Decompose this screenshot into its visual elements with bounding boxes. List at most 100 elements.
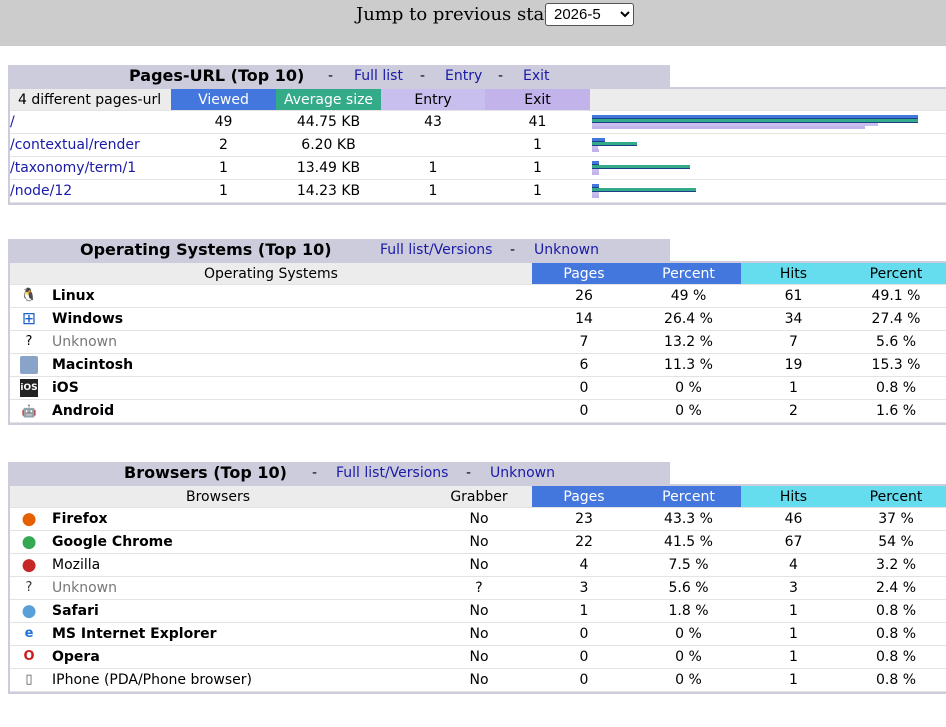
browser-grabber-cell: No (426, 599, 532, 623)
pages-viewed-cell: 49 (171, 110, 276, 134)
browser-grabber-cell: ? (426, 576, 532, 600)
browser-hits-percent-cell: 54 % (846, 530, 946, 554)
pages-full-list-link[interactable]: Full list (354, 68, 403, 84)
chrome-icon: ● (21, 532, 37, 552)
browser-grabber-cell: No (426, 507, 532, 531)
os-name-cell: ? Unknown (10, 330, 532, 354)
os-pages-percent-cell: 13.2 % (636, 330, 741, 354)
page-url-link[interactable]: / (10, 114, 15, 130)
pages-entry-cell: 43 (381, 110, 485, 134)
browsers-header-hits-percent: Percent (846, 486, 946, 508)
pages-bar-cell (590, 133, 946, 157)
browsers-header-grabber: Grabber (426, 486, 532, 508)
separator: - (466, 465, 472, 481)
browser-name: Safari (52, 603, 99, 619)
pages-url-cell: /node/12 (10, 179, 171, 203)
browser-pages-percent-cell: 0 % (636, 622, 741, 646)
pages-viewed-cell: 2 (171, 133, 276, 157)
os-title-bar: Operating Systems (Top 10) Full list/Ver… (8, 239, 670, 261)
pages-row: /contextual/render 2 6.20 KB 1 (10, 133, 946, 157)
os-hits-cell: 34 (741, 307, 846, 331)
os-pages-cell: 0 (532, 376, 636, 400)
os-header-pages: Pages (532, 263, 636, 285)
browser-name: IPhone (PDA/Phone browser) (52, 672, 252, 688)
bar-exit (592, 149, 599, 152)
browser-name: MS Internet Explorer (52, 626, 217, 642)
os-unknown-link[interactable]: Unknown (534, 242, 599, 258)
browsers-unknown-link[interactable]: Unknown (490, 465, 555, 481)
browser-hits-cell: 67 (741, 530, 846, 554)
os-hits-percent-cell: 15.3 % (846, 353, 946, 377)
pages-header-count: 4 different pages-url (10, 89, 171, 111)
browsers-full-list-link[interactable]: Full list/Versions (336, 465, 448, 481)
pages-exit-cell: 1 (485, 179, 590, 203)
browser-hits-percent-cell: 37 % (846, 507, 946, 531)
os-name-cell: 🤖 Android (10, 399, 532, 423)
pages-url-cell: /contextual/render (10, 133, 171, 157)
os-row: ⊞ Windows 14 26.4 % 34 27.4 % (10, 307, 946, 331)
os-header-pages-percent: Percent (636, 263, 741, 285)
pages-table-frame: 4 different pages-url Viewed Average siz… (8, 87, 946, 205)
os-hits-cell: 19 (741, 353, 846, 377)
pages-exit-cell: 41 (485, 110, 590, 134)
os-hits-cell: 7 (741, 330, 846, 354)
browser-pages-cell: 3 (532, 576, 636, 600)
browser-pages-cell: 1 (532, 599, 636, 623)
os-name-cell: ⊞ Windows (10, 307, 532, 331)
pages-entry-cell: 1 (381, 156, 485, 180)
os-name: Android (52, 403, 115, 419)
windows-icon: ⊞ (21, 309, 37, 329)
browser-name-cell: e MS Internet Explorer (10, 622, 426, 646)
browser-hits-cell: 4 (741, 553, 846, 577)
pages-exit-cell: 1 (485, 133, 590, 157)
pages-entry-cell (381, 133, 485, 157)
os-hits-percent-cell: 1.6 % (846, 399, 946, 423)
browser-row: ▯ IPhone (PDA/Phone browser) No 0 0 % 1 0.8 % (10, 668, 946, 692)
browsers-header-hits: Hits (741, 486, 846, 508)
browser-pages-cell: 0 (532, 622, 636, 646)
page-url-link[interactable]: /taxonomy/term/1 (10, 160, 136, 176)
os-hits-cell: 1 (741, 376, 846, 400)
browsers-header-pages-percent: Percent (636, 486, 741, 508)
pages-url-cell: / (10, 110, 171, 134)
browser-pages-percent-cell: 0 % (636, 668, 741, 692)
os-header-hits-percent: Percent (846, 263, 946, 285)
safari-icon: ● (21, 601, 37, 621)
os-pages-percent-cell: 0 % (636, 399, 741, 423)
os-pages-cell: 14 (532, 307, 636, 331)
os-pages-cell: 26 (532, 284, 636, 308)
browsers-header-name: Browsers (10, 486, 426, 508)
os-row: iOS iOS 0 0 % 1 0.8 % (10, 376, 946, 400)
browser-pages-percent-cell: 1.8 % (636, 599, 741, 623)
browser-hits-percent-cell: 0.8 % (846, 668, 946, 692)
browser-name-cell: ● Mozilla (10, 553, 426, 577)
separator: - (312, 465, 318, 481)
os-pages-percent-cell: 26.4 % (636, 307, 741, 331)
os-full-list-link[interactable]: Full list/Versions (380, 242, 492, 258)
os-title: Operating Systems (Top 10) (80, 240, 332, 259)
android-icon: 🤖 (21, 404, 37, 418)
stats-period-select[interactable]: 2026-5 (545, 3, 634, 26)
os-name-cell: iOS iOS (10, 376, 532, 400)
page-url-link[interactable]: /node/12 (10, 183, 72, 199)
pages-header-exit: Exit (485, 89, 590, 111)
os-hits-percent-cell: 0.8 % (846, 376, 946, 400)
bar-size (592, 142, 637, 146)
page-url-link[interactable]: /contextual/render (10, 137, 140, 153)
pages-viewed-cell: 1 (171, 156, 276, 180)
bar-exit (592, 126, 865, 129)
pages-entry-link[interactable]: Entry (445, 68, 482, 84)
unknown-icon: ? (25, 334, 33, 349)
browser-pages-percent-cell: 7.5 % (636, 553, 741, 577)
browser-hits-cell: 46 (741, 507, 846, 531)
browser-hits-percent-cell: 2.4 % (846, 576, 946, 600)
os-row: Macintosh 6 11.3 % 19 15.3 % (10, 353, 946, 377)
bar-exit (592, 195, 599, 198)
pages-table: 4 different pages-url Viewed Average siz… (10, 89, 946, 203)
browser-row: e MS Internet Explorer No 0 0 % 1 0.8 % (10, 622, 946, 646)
browsers-title: Browsers (Top 10) (124, 463, 287, 482)
os-hits-cell: 2 (741, 399, 846, 423)
browser-pages-cell: 22 (532, 530, 636, 554)
macintosh-icon (20, 356, 38, 374)
pages-exit-link[interactable]: Exit (523, 68, 550, 84)
